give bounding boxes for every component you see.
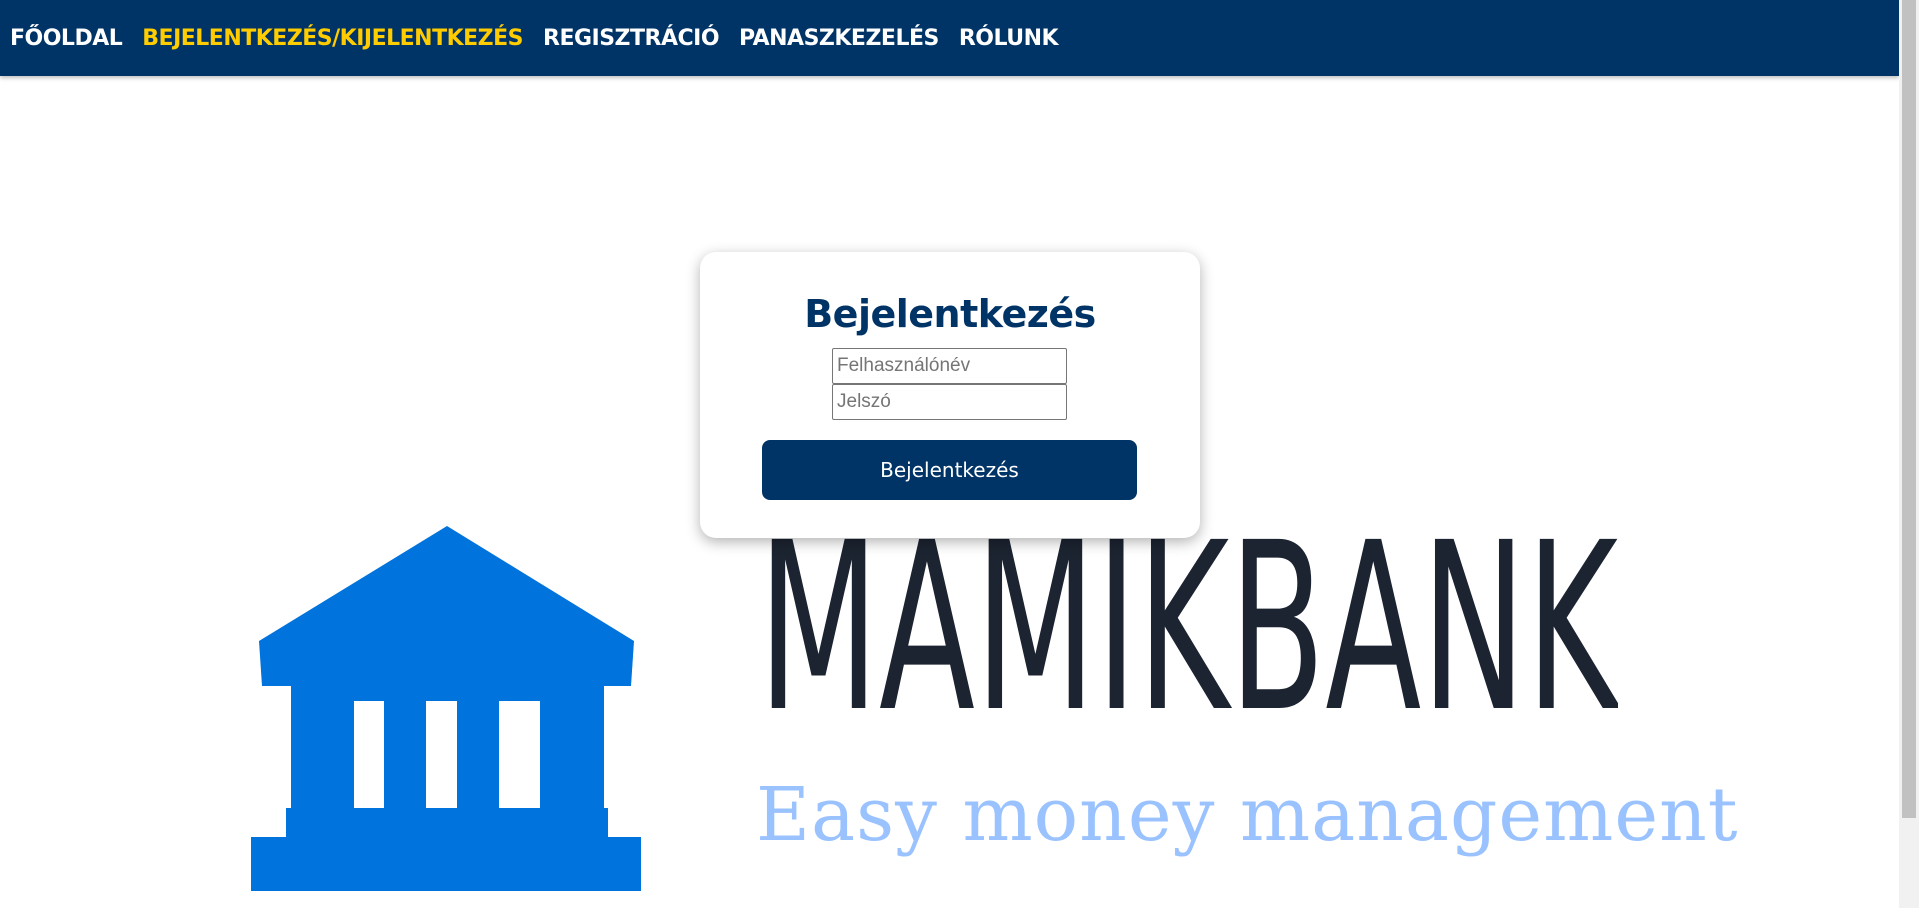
nav-link-complaints[interactable]: PANASZKEZELÉS <box>739 26 939 51</box>
login-title: Bejelentkezés <box>804 292 1096 336</box>
nav-link-about[interactable]: RÓLUNK <box>959 26 1059 51</box>
brand-wordmark-text: MAMIKBANK <box>758 520 1618 720</box>
nav-link-login-logout[interactable]: BEJELENTKEZÉS/KIJELENTKEZÉS <box>142 26 523 51</box>
login-card: Bejelentkezés Bejelentkezés <box>700 252 1200 538</box>
login-button[interactable]: Bejelentkezés <box>762 440 1137 500</box>
top-navbar: FŐOLDAL BEJELENTKEZÉS/KIJELENTKEZÉS REGI… <box>0 0 1899 76</box>
nav-link-home[interactable]: FŐOLDAL <box>10 26 123 51</box>
page-scrollbar[interactable] <box>1899 0 1919 908</box>
password-input[interactable] <box>832 384 1067 420</box>
brand-tagline: Easy money management <box>756 772 1739 858</box>
bank-building-icon <box>251 526 641 891</box>
brand-wordmark: MAMIKBANK <box>758 520 1618 720</box>
scrollbar-thumb[interactable] <box>1902 0 1916 818</box>
nav-link-registration[interactable]: REGISZTRÁCIÓ <box>543 26 720 51</box>
username-input[interactable] <box>832 348 1067 384</box>
